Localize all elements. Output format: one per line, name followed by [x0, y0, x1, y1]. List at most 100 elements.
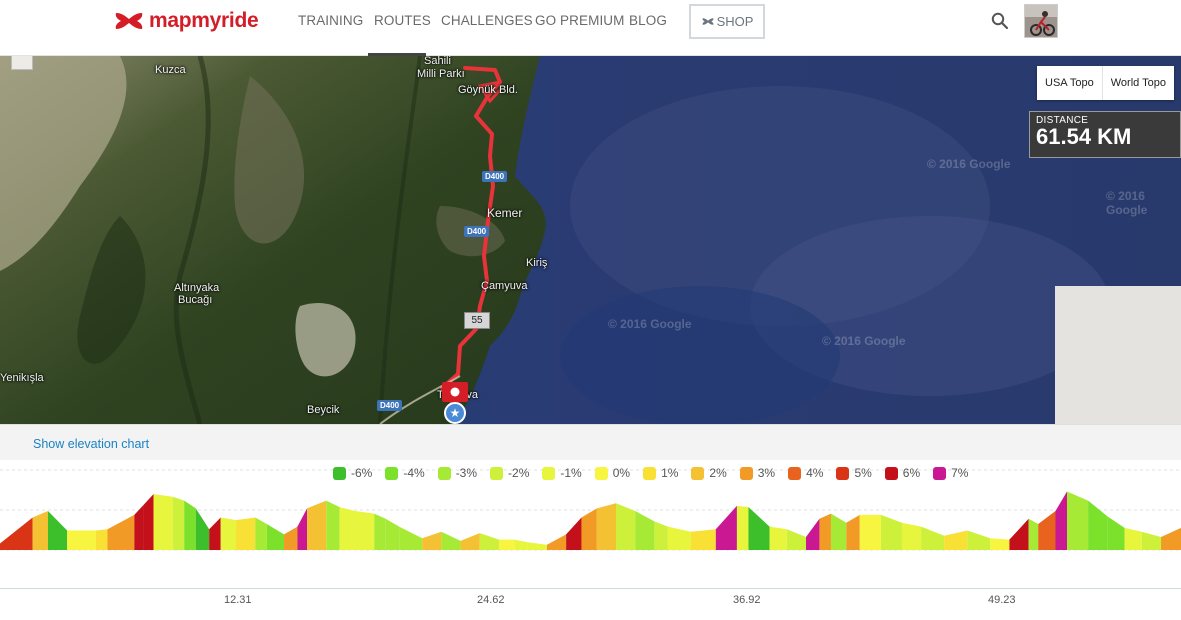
elevation-segment [819, 513, 831, 550]
elevation-segment [1124, 527, 1142, 550]
legend-swatch [385, 466, 399, 480]
elevation-segment [1161, 527, 1181, 550]
start-marker-icon[interactable]: ★ [444, 402, 466, 424]
legend-swatch [933, 466, 947, 480]
elevation-segment [806, 518, 820, 550]
route-map[interactable]: Kuzca Sahili Milli Parkı Göynük Bld. Kem… [0, 56, 1181, 424]
shop-label: SHOP [716, 14, 754, 29]
x-tick-label: 36.92 [733, 594, 761, 606]
elevation-segment [143, 494, 154, 550]
legend-label: -3% [455, 466, 478, 480]
map-label-park-2: Milli Parkı [417, 68, 465, 80]
elevation-segment [1088, 500, 1108, 550]
brand-logo[interactable]: mapmyride [112, 8, 259, 34]
user-avatar[interactable] [1024, 4, 1058, 38]
elevation-segment [209, 517, 221, 550]
legend-label: 4% [806, 466, 824, 480]
elevation-segment [514, 539, 528, 550]
map-watermark: © 2016 Google [1106, 189, 1148, 217]
legend-item: 7% [933, 466, 968, 480]
map-label-park: Sahili [424, 56, 451, 67]
elevation-segment [690, 529, 716, 550]
elevation-segment [0, 517, 33, 550]
elevation-segment [901, 522, 922, 550]
distance-value: 61.54 KM [1036, 124, 1132, 149]
nav-challenges[interactable]: CHALLENGES [441, 13, 533, 28]
legend-item: 3% [739, 466, 776, 480]
legend-label: -1% [560, 466, 582, 480]
road-badge-d400: D400 [377, 400, 403, 411]
legend-label: -4% [403, 466, 425, 480]
map-label-kiris: Kiriş [526, 257, 548, 269]
elevation-segment [846, 514, 860, 550]
elevation-segment [715, 505, 737, 550]
elevation-segment [47, 511, 68, 550]
legend-swatch [490, 466, 504, 480]
elevation-segment [596, 503, 617, 550]
elevation-segment [921, 526, 945, 550]
brand-name: mapmyride [149, 9, 259, 32]
map-type-world-topo[interactable]: World Topo [1101, 66, 1174, 100]
legend-item: -2% [490, 466, 529, 480]
elevation-segment [1141, 531, 1162, 550]
elevation-segment [422, 531, 442, 550]
elevation-segment [479, 533, 499, 550]
map-label-camyuva: Çamyuva [481, 280, 528, 292]
nav-go-premium[interactable]: GO PREMIUM [535, 13, 625, 28]
elevation-segment [990, 538, 1010, 550]
x-tick-label: 24.62 [477, 594, 505, 606]
nav-training[interactable]: TRAINING [298, 13, 363, 28]
map-type-usa-topo[interactable]: USA Topo [1037, 66, 1102, 100]
legend-label: 7% [951, 466, 969, 480]
x-tick-label: 49.23 [988, 594, 1016, 606]
map-label-beycik: Beycik [307, 404, 340, 416]
cyclist-photo-icon [1025, 5, 1057, 37]
elevation-segment [355, 511, 375, 550]
elevation-segment [616, 503, 636, 550]
legend-label: -2% [508, 466, 530, 480]
legend-label: -6% [351, 466, 373, 480]
legend-label: 0% [612, 466, 631, 480]
legend-label: 2% [709, 466, 727, 480]
map-label-goynuk: Göynük Bld. [458, 84, 518, 96]
legend-swatch [739, 466, 753, 480]
elevation-segment [880, 514, 902, 550]
elevation-segment [1067, 491, 1089, 550]
elevation-segment [667, 526, 691, 550]
legend-swatch [437, 466, 451, 480]
elevation-segment [307, 500, 327, 550]
map-label-yenikisla: Yenikışla [0, 372, 44, 384]
elevation-segment [236, 517, 256, 550]
legend-label: 3% [757, 466, 776, 480]
legend-item: 5% [836, 466, 872, 480]
nav-blog[interactable]: BLOG [629, 13, 667, 28]
elevation-segment [326, 500, 340, 550]
map-label-kemer: Kemer [487, 206, 523, 220]
elevation-segment [736, 505, 749, 550]
elevation-segment [172, 496, 185, 550]
legend-item: -6% [333, 466, 372, 480]
km-marker[interactable]: 55 [464, 312, 490, 329]
map-watermark: © 2016 Google [608, 317, 692, 331]
elevation-segment [460, 533, 480, 550]
elevation-segment [107, 514, 135, 550]
elevation-segment [1038, 511, 1056, 550]
search-icon[interactable] [991, 12, 1009, 30]
elevation-segment [581, 508, 597, 550]
elevation-segment [769, 526, 787, 550]
elevation-segment [566, 517, 582, 550]
top-navigation: mapmyride TRAINING ROUTES CHALLENGES GO … [0, 0, 1181, 56]
nav-routes[interactable]: ROUTES [374, 13, 431, 28]
fullscreen-icon[interactable] [11, 56, 33, 70]
show-elevation-chart-link[interactable]: Show elevation chart [33, 437, 149, 451]
elevation-toggle-bar: Show elevation chart [0, 424, 1181, 460]
legend-swatch [333, 466, 346, 480]
elevation-segment [441, 531, 461, 550]
elevation-segment [255, 517, 267, 550]
map-watermark: © 2016 Google [822, 334, 906, 348]
legend-item: -1% [542, 466, 582, 480]
elevation-segment [1055, 491, 1068, 550]
legend-item: 6% [884, 466, 920, 480]
shop-button[interactable]: SHOP [689, 4, 765, 39]
elevation-segment [195, 508, 210, 550]
